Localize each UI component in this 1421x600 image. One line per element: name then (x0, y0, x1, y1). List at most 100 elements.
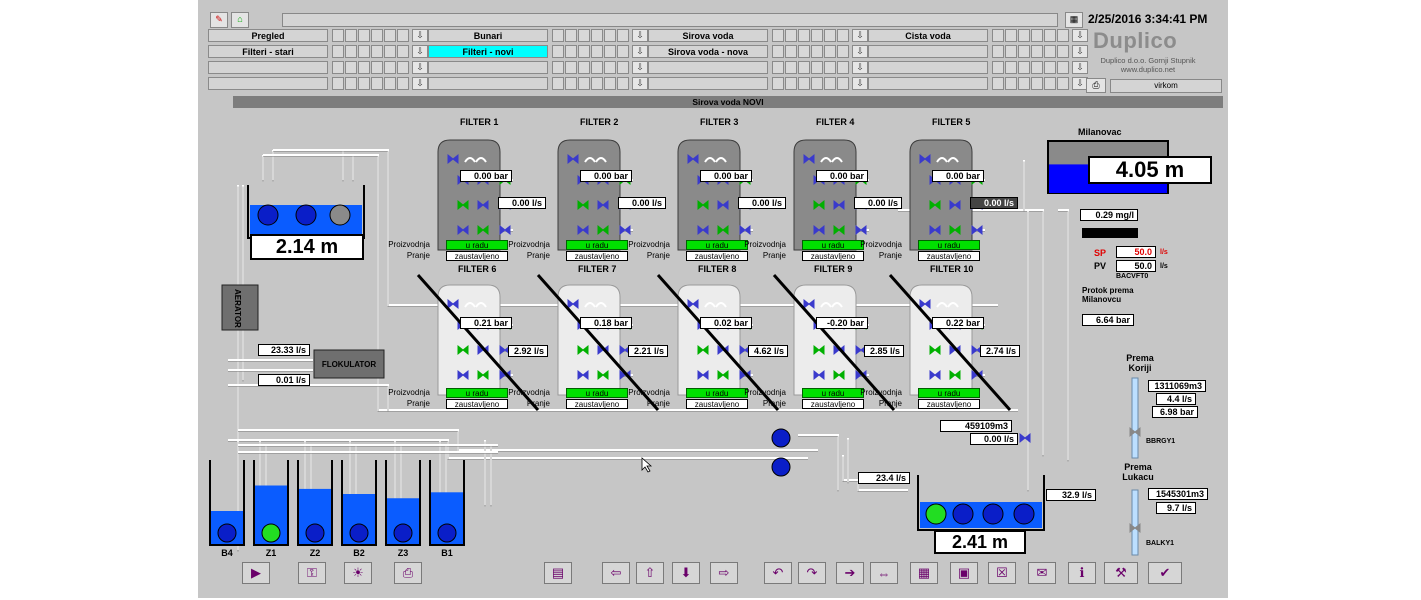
nav-cell[interactable] (397, 61, 409, 74)
nav-cell[interactable] (1057, 45, 1069, 58)
alarm-button[interactable]: ▣ (950, 562, 978, 584)
nav-cell[interactable] (358, 45, 370, 58)
nav-cell[interactable] (1005, 29, 1017, 42)
nav-cell[interactable] (798, 77, 810, 90)
down-arrow-icon[interactable]: ⇩ (412, 77, 428, 90)
nav-cell[interactable] (785, 29, 797, 42)
nav-cell[interactable] (785, 77, 797, 90)
help-button[interactable]: ℹ (1068, 562, 1096, 584)
down-arrow-icon[interactable]: ⇩ (632, 29, 648, 42)
exit-button[interactable]: ✔ (1148, 562, 1182, 584)
nav-cell[interactable] (345, 45, 357, 58)
nav-cell[interactable] (384, 45, 396, 58)
nav-cell[interactable] (552, 29, 564, 42)
nav-cell[interactable] (824, 77, 836, 90)
down-arrow-icon[interactable]: ⇩ (852, 45, 868, 58)
down-arrow-icon[interactable]: ⇩ (632, 61, 648, 74)
nav-cell[interactable] (811, 45, 823, 58)
down-arrow-icon[interactable]: ⇩ (852, 77, 868, 90)
nav-cell[interactable] (772, 45, 784, 58)
report-button[interactable]: ▤ (544, 562, 572, 584)
nav-cell[interactable] (552, 77, 564, 90)
nav-cell[interactable] (1018, 61, 1030, 74)
nav-cell[interactable] (397, 29, 409, 42)
nav-cell[interactable] (1044, 45, 1056, 58)
nav-cell[interactable] (578, 77, 590, 90)
status-running[interactable]: u radu (566, 240, 628, 250)
status-wash[interactable]: zaustavljeno (918, 251, 980, 261)
nav-tab[interactable]: Filteri - stari (208, 45, 328, 58)
down-arrow-icon[interactable]: ⇩ (1072, 29, 1088, 42)
down-button[interactable]: ⬇ (672, 562, 700, 584)
down-arrow-icon[interactable]: ⇩ (412, 45, 428, 58)
nav-cell[interactable] (992, 61, 1004, 74)
home-icon[interactable]: ⌂ (231, 12, 249, 28)
nav-cell[interactable] (604, 61, 616, 74)
nav-cell[interactable] (1044, 61, 1056, 74)
nav-cell[interactable] (837, 61, 849, 74)
down-arrow-icon[interactable]: ⇩ (632, 45, 648, 58)
nav-cell[interactable] (617, 29, 629, 42)
nav-cell[interactable] (1057, 77, 1069, 90)
nav-cell[interactable] (578, 45, 590, 58)
nav-cell[interactable] (824, 61, 836, 74)
nav-tab-empty[interactable] (868, 61, 988, 74)
nav-cell[interactable] (358, 29, 370, 42)
nav-cell[interactable] (1005, 61, 1017, 74)
nav-cell[interactable] (345, 29, 357, 42)
nav-cell[interactable] (371, 45, 383, 58)
home-button[interactable]: ⇧ (636, 562, 664, 584)
nav-cell[interactable] (565, 61, 577, 74)
status-wash[interactable]: zaustavljeno (446, 399, 508, 409)
play-button[interactable]: ▶ (242, 562, 270, 584)
printer-button[interactable]: ⎙ (394, 562, 422, 584)
nav-tab-empty[interactable] (868, 77, 988, 90)
down-arrow-icon[interactable]: ⇩ (852, 61, 868, 74)
sun-button[interactable]: ☀ (344, 562, 372, 584)
nav-cell[interactable] (811, 61, 823, 74)
nav-cell[interactable] (384, 77, 396, 90)
nav-cell[interactable] (617, 61, 629, 74)
nav-cell[interactable] (591, 29, 603, 42)
nav-cell[interactable] (345, 61, 357, 74)
calendar-icon[interactable]: ▦ (1065, 12, 1083, 28)
nav-tab[interactable] (868, 45, 988, 58)
nav-cell[interactable] (1005, 45, 1017, 58)
nav-cell[interactable] (604, 45, 616, 58)
nav-tab[interactable]: Bunari (428, 29, 548, 42)
nav-cell[interactable] (837, 77, 849, 90)
status-running[interactable]: u radu (446, 388, 508, 398)
nav-cell[interactable] (371, 77, 383, 90)
nav-tab[interactable]: Cista voda (868, 29, 988, 42)
nav-cell[interactable] (1031, 61, 1043, 74)
nav-tab[interactable]: Sirova voda - nova (648, 45, 768, 58)
nav-cell[interactable] (811, 29, 823, 42)
nav-tab-empty[interactable] (208, 77, 328, 90)
nav-cell[interactable] (617, 45, 629, 58)
nav-cell[interactable] (358, 77, 370, 90)
nav-cell[interactable] (371, 29, 383, 42)
back-button[interactable]: ⇦ (602, 562, 630, 584)
info-button[interactable]: ✉ (1028, 562, 1056, 584)
nav-cell[interactable] (617, 77, 629, 90)
down-arrow-icon[interactable]: ⇩ (412, 61, 428, 74)
status-running[interactable]: u radu (918, 240, 980, 250)
nav-cell[interactable] (332, 29, 344, 42)
arrow-dot-button[interactable]: ➔ (836, 562, 864, 584)
status-running[interactable]: u radu (446, 240, 508, 250)
nav-cell[interactable] (332, 45, 344, 58)
nav-cell[interactable] (397, 77, 409, 90)
status-wash[interactable]: zaustavljeno (446, 251, 508, 261)
nav-cell[interactable] (358, 61, 370, 74)
nav-cell[interactable] (1018, 77, 1030, 90)
nav-cell[interactable] (591, 77, 603, 90)
alarm-icon[interactable]: ✎ (210, 12, 228, 28)
nav-cell[interactable] (1057, 61, 1069, 74)
nav-cell[interactable] (565, 29, 577, 42)
nav-cell[interactable] (992, 77, 1004, 90)
nav-tab-empty[interactable] (208, 61, 328, 74)
nav-cell[interactable] (371, 61, 383, 74)
nav-cell[interactable] (824, 29, 836, 42)
nav-cell[interactable] (1057, 29, 1069, 42)
nav-cell[interactable] (772, 29, 784, 42)
